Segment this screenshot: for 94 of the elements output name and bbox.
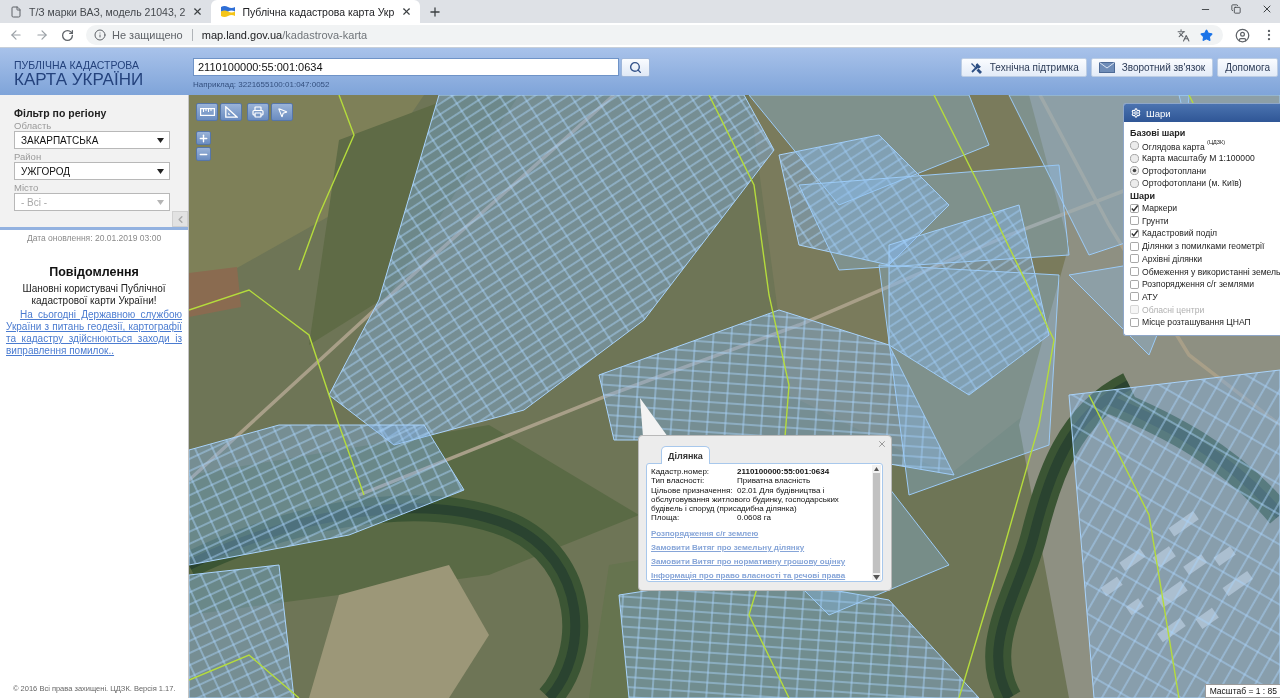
notice-greeting: Шановні користувачі Публічної кадастрової карти України! (21, 283, 167, 307)
layer-label: Карта масштабу М 1:100000 (1142, 153, 1255, 164)
ruler-icon (199, 108, 215, 116)
region-dropdown[interactable]: УЖГОРОД (14, 162, 170, 180)
notice-title: Повідомлення (48, 265, 140, 279)
popup-tab[interactable]: Ділянка (661, 446, 710, 464)
layer-label: Архівні ділянки (1142, 253, 1203, 264)
caret-icon (157, 168, 164, 174)
layer-label: Місце розташування ЦНАП (1142, 317, 1251, 328)
region-dropdown[interactable]: ЗАКАРПАТСЬКА (14, 131, 170, 149)
layer-label: Ортофотоплани (м. Київ) (1142, 178, 1242, 189)
scrollbar[interactable] (872, 465, 881, 580)
scrollbar-thumb[interactable] (873, 473, 880, 573)
close-icon[interactable] (401, 6, 413, 17)
radio-button[interactable] (1130, 153, 1139, 163)
star-icon[interactable] (1200, 28, 1213, 42)
printer-icon (252, 106, 264, 118)
parcel-attribute: Тип власності: Приватна власність (651, 476, 812, 486)
reload-icon[interactable] (61, 28, 74, 42)
filter-title: Фільтр по регіону (14, 107, 108, 119)
gear-icon (1131, 108, 1141, 118)
page-icon (10, 5, 22, 18)
parcel-attribute: Площа: 0.0608 га (651, 513, 772, 523)
back-icon[interactable] (9, 28, 23, 42)
browser-tab[interactable]: Т/З марки ВАЗ, модель 21043, 2 (0, 0, 212, 23)
url-text: map.land.gov.ua/kadastrova-karta (201, 29, 368, 41)
support-button[interactable]: Технічна підтримка (960, 58, 1087, 77)
field-label: Область (14, 120, 53, 131)
search-button[interactable] (621, 58, 650, 77)
zoom-in-button[interactable] (196, 131, 211, 145)
feedback-button[interactable]: Зворотний зв'язок (1090, 58, 1214, 77)
caret-icon (157, 137, 164, 143)
checkbox[interactable] (1130, 216, 1139, 226)
layer-label: Маркери (1142, 203, 1178, 214)
checkbox[interactable] (1130, 203, 1139, 213)
layer-label: Кадастровий поділ (1142, 228, 1218, 239)
group-title: Шари (1130, 189, 1157, 202)
update-date: Дата оновлення: 20.01.2019 03:00 (25, 233, 163, 243)
checkbox[interactable] (1130, 267, 1139, 277)
help-button[interactable]: Допомога (1217, 58, 1278, 77)
checkbox[interactable] (1130, 228, 1139, 238)
checkbox[interactable] (1130, 292, 1139, 302)
identify-button[interactable] (271, 103, 293, 121)
layer-label: Обмеження у використанні земель (1142, 266, 1280, 277)
close-icon[interactable] (1261, 3, 1273, 15)
logo-title: КАРТА УКРАЇНИ (14, 71, 145, 89)
radio-button[interactable] (1130, 166, 1139, 176)
flag-icon (221, 6, 236, 17)
notice-link[interactable]: На сьогодні Державною службою України з питань геодезії, картографії та кадастру здійснюються заходи із виправлення помилок.. (6, 309, 182, 357)
scale-label: Масштаб = 1 : 85 (1204, 684, 1280, 698)
measure-area-button[interactable] (220, 103, 242, 121)
checkbox[interactable] (1130, 254, 1139, 264)
pointer-icon (276, 106, 288, 118)
caret-up-icon[interactable] (874, 467, 879, 471)
measure-length-button[interactable] (196, 103, 218, 121)
field-label: Район (14, 151, 43, 162)
checkbox[interactable] (1130, 241, 1139, 251)
zoom-out-button[interactable] (196, 147, 211, 161)
tools-icon (968, 60, 983, 75)
layer-label: Ортофотоплани (1142, 165, 1207, 176)
parcel-attribute: Кадастр.номер: 2110100000:55:001:0634 (651, 467, 831, 477)
close-icon[interactable] (192, 6, 204, 17)
layers-title: Шари (1146, 107, 1171, 119)
logo-subtitle: ПУБЛІЧНА КАДАСТРОВА (14, 59, 140, 71)
checkbox[interactable] (1130, 317, 1139, 327)
print-button[interactable] (247, 103, 269, 121)
forward-icon[interactable] (35, 28, 49, 42)
layer-label: АТУ (1142, 291, 1158, 302)
restore-icon[interactable] (1231, 4, 1241, 14)
group-title: Базові шари (1130, 127, 1187, 139)
zoom-in-icon (198, 132, 209, 144)
layer-label: Ділянки з помилками геометрії (1142, 241, 1265, 252)
caret-icon (157, 199, 164, 205)
security-label: Не защищено (112, 29, 183, 41)
account-icon[interactable] (1235, 27, 1250, 43)
caret-icon (873, 575, 880, 580)
radio-button[interactable] (1130, 140, 1139, 150)
layer-label: Розпорядження с/г землями (1142, 279, 1254, 290)
search-icon (629, 61, 642, 74)
translate-icon[interactable] (1177, 28, 1190, 42)
envelope-icon (1098, 62, 1115, 73)
new-tab-icon[interactable] (428, 4, 443, 19)
browser-tab[interactable]: Публічна кадастрова карта Укр (211, 0, 421, 23)
search-field[interactable]: 2110100000:55:001:0634 (193, 58, 619, 76)
info-icon[interactable] (94, 29, 106, 41)
address-bar[interactable]: Не защищено map.land.gov.ua/kadastrova-karta (86, 25, 1223, 45)
checkbox[interactable] (1130, 279, 1139, 289)
layer-label: Грунти (1142, 215, 1169, 226)
search-example: Наприклад: 3221655100:01:047:0052 (193, 80, 331, 89)
radio-button[interactable] (1130, 178, 1139, 188)
parcel-attribute: Цільове призначення: 02.01 Для будівництва і обслуговування житлового будинку, господарських будівель і споруд (присадибна ділянка) (651, 485, 840, 514)
layer-label: Оглядова карта $^{(ЦДЗК)}$ (1142, 138, 1226, 152)
field-label: Місто (14, 182, 40, 193)
layer-label: Обласні центри (1142, 304, 1205, 315)
